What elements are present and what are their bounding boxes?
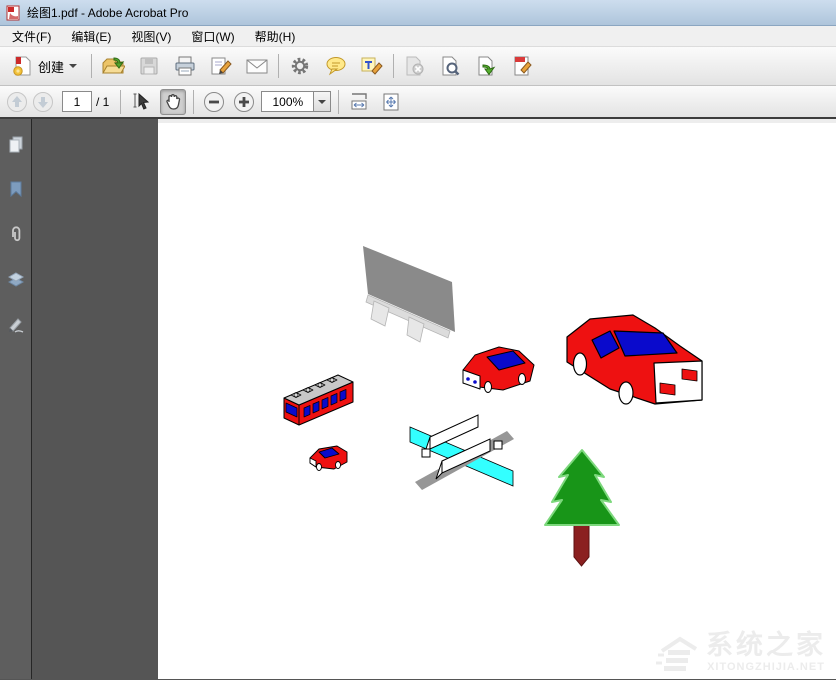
bridge-crossing <box>410 415 514 490</box>
fit-width-icon <box>348 91 370 113</box>
chevron-down-icon <box>69 64 77 68</box>
print-button[interactable] <box>171 52 199 80</box>
select-tool-button[interactable] <box>128 89 154 115</box>
toolbar-separator <box>278 54 279 78</box>
car-tiny <box>310 446 347 471</box>
speech-bubble-icon <box>324 55 348 77</box>
paperclip-icon <box>6 224 26 244</box>
menu-view[interactable]: 视图(V) <box>121 26 181 47</box>
toolbar-separator <box>193 90 194 114</box>
watermark-subtitle: XITONGZHIJIA.NET <box>707 662 825 673</box>
save-floppy-icon <box>138 55 160 77</box>
document-redact-icon <box>511 55 535 77</box>
document-area: 系统之家 XITONGZHIJIA.NET <box>0 119 836 679</box>
hand-tool-icon <box>162 91 184 113</box>
car-large <box>567 315 702 404</box>
chevron-down-icon <box>318 100 326 104</box>
zoom-level-combobox <box>261 91 331 112</box>
toolbar-separator <box>120 90 121 114</box>
site-watermark: 系统之家 XITONGZHIJIA.NET <box>656 632 826 673</box>
open-file-button[interactable] <box>99 52 127 80</box>
panel-bookmarks-button[interactable] <box>3 176 29 202</box>
comment-button[interactable] <box>322 52 350 80</box>
page-total-label: / 1 <box>96 95 109 109</box>
fit-window-icon <box>380 91 402 113</box>
email-button[interactable] <box>243 52 271 80</box>
gear-icon <box>289 55 311 77</box>
acrobat-pdf-icon <box>6 5 22 21</box>
tools-gear-button[interactable] <box>286 52 314 80</box>
create-pdf-icon <box>11 55 33 77</box>
watermark-title: 系统之家 <box>706 632 826 659</box>
document-search-button[interactable] <box>437 52 465 80</box>
open-folder-icon <box>101 55 125 77</box>
panel-layers-button[interactable] <box>3 266 29 292</box>
watermark-house-icon <box>656 633 700 673</box>
save-file-button[interactable] <box>135 52 163 80</box>
signature-icon <box>6 314 26 334</box>
car-medium <box>463 347 534 393</box>
billboard-sign <box>363 246 455 342</box>
toolbar-separator <box>91 54 92 78</box>
next-page-button[interactable] <box>30 89 56 115</box>
navigation-pane <box>0 119 32 679</box>
document-export-button[interactable] <box>473 52 501 80</box>
select-tool-icon <box>130 91 152 113</box>
menu-window[interactable]: 窗口(W) <box>181 26 244 47</box>
page-number-input[interactable] <box>62 91 92 112</box>
bookmark-icon <box>6 179 26 199</box>
create-pdf-button[interactable]: 创建 <box>4 51 84 81</box>
train-car <box>284 375 353 425</box>
create-button-label: 创建 <box>38 57 64 76</box>
watermark-text: 系统之家 XITONGZHIJIA.NET <box>706 632 826 673</box>
menu-file[interactable]: 文件(F) <box>2 26 61 47</box>
sign-pen-icon <box>209 55 233 77</box>
previous-page-button[interactable] <box>4 89 30 115</box>
toolbar-separator <box>393 54 394 78</box>
hand-tool-button[interactable] <box>160 89 186 115</box>
document-delete-button[interactable] <box>401 52 429 80</box>
pdf-page[interactable]: 系统之家 XITONGZHIJIA.NET <box>158 119 836 679</box>
text-highlight-icon <box>360 55 384 77</box>
menu-help[interactable]: 帮助(H) <box>245 26 306 47</box>
panel-pages-button[interactable] <box>3 131 29 157</box>
pages-icon <box>6 134 26 154</box>
pine-tree <box>545 450 619 566</box>
main-toolbar: 创建 <box>0 47 836 86</box>
document-export-icon <box>475 55 499 77</box>
sign-document-button[interactable] <box>207 52 235 80</box>
previous-page-icon <box>6 91 28 113</box>
menu-edit[interactable]: 编辑(E) <box>61 26 121 47</box>
zoom-dropdown-button[interactable] <box>313 91 331 112</box>
text-edit-button[interactable] <box>358 52 386 80</box>
envelope-icon <box>245 55 269 77</box>
document-search-icon <box>439 55 463 77</box>
window-titlebar: 绘图1.pdf - Adobe Acrobat Pro <box>0 0 836 26</box>
layers-icon <box>6 269 26 289</box>
document-redact-button[interactable] <box>509 52 537 80</box>
document-delete-icon <box>403 55 427 77</box>
panel-attachments-button[interactable] <box>3 221 29 247</box>
zoom-in-icon <box>233 91 255 113</box>
zoom-out-icon <box>203 91 225 113</box>
fit-window-button[interactable] <box>378 89 404 115</box>
next-page-icon <box>32 91 54 113</box>
zoom-out-button[interactable] <box>201 89 227 115</box>
window-title: 绘图1.pdf - Adobe Acrobat Pro <box>27 4 188 21</box>
fit-width-button[interactable] <box>346 89 372 115</box>
panel-signatures-button[interactable] <box>3 311 29 337</box>
zoom-level-input[interactable] <box>261 91 313 112</box>
page-navigation-toolbar: / 1 <box>0 86 836 119</box>
menu-bar: 文件(F) 编辑(E) 视图(V) 窗口(W) 帮助(H) <box>0 26 836 47</box>
pdf-drawing-canvas <box>158 119 836 679</box>
toolbar-separator <box>338 90 339 114</box>
printer-icon <box>173 55 197 77</box>
zoom-in-button[interactable] <box>231 89 257 115</box>
